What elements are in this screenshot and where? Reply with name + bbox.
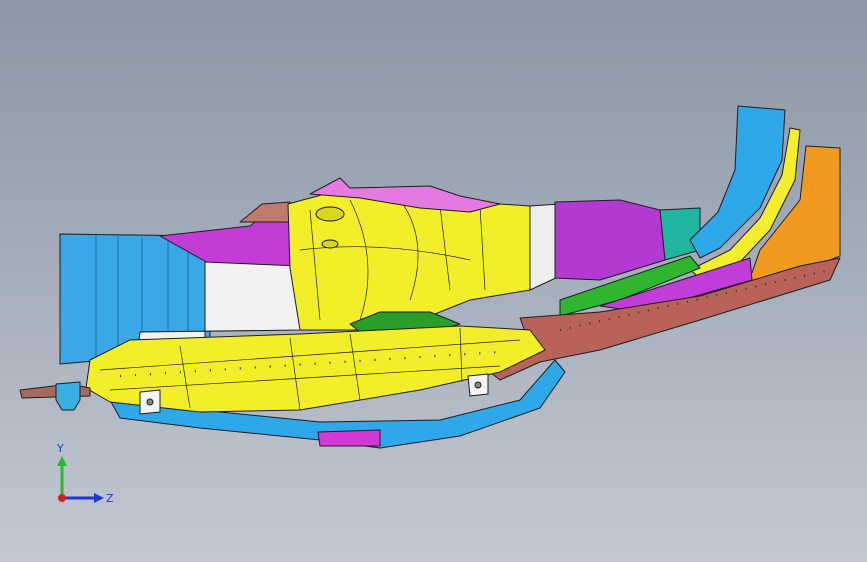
yellow-floor-hole: [315, 206, 345, 222]
z-axis-arrow-icon: [94, 493, 104, 503]
cyan-front-rail[interactable]: [689, 105, 786, 259]
z-axis-label: Z: [106, 492, 114, 505]
brown-bracket[interactable]: [239, 201, 291, 223]
rear-cyan-bracket[interactable]: [55, 381, 81, 411]
teal-panel[interactable]: [659, 207, 701, 261]
cad-viewport[interactable]: Y Z: [0, 0, 867, 562]
mount-tab-1-hole: [146, 398, 154, 406]
y-axis-arrow-icon: [57, 456, 67, 466]
mount-tab-2-hole: [474, 381, 482, 389]
orientation-triad: Y Z: [56, 442, 114, 505]
yellow-floor-hole-2: [321, 239, 339, 249]
y-axis-label: Y: [56, 442, 64, 455]
purple-mid-panel[interactable]: [554, 199, 666, 281]
magenta-lower-bracket[interactable]: [317, 429, 381, 447]
x-axis-origin-icon: [58, 494, 66, 502]
vehicle-underbody-model[interactable]: [0, 0, 867, 562]
